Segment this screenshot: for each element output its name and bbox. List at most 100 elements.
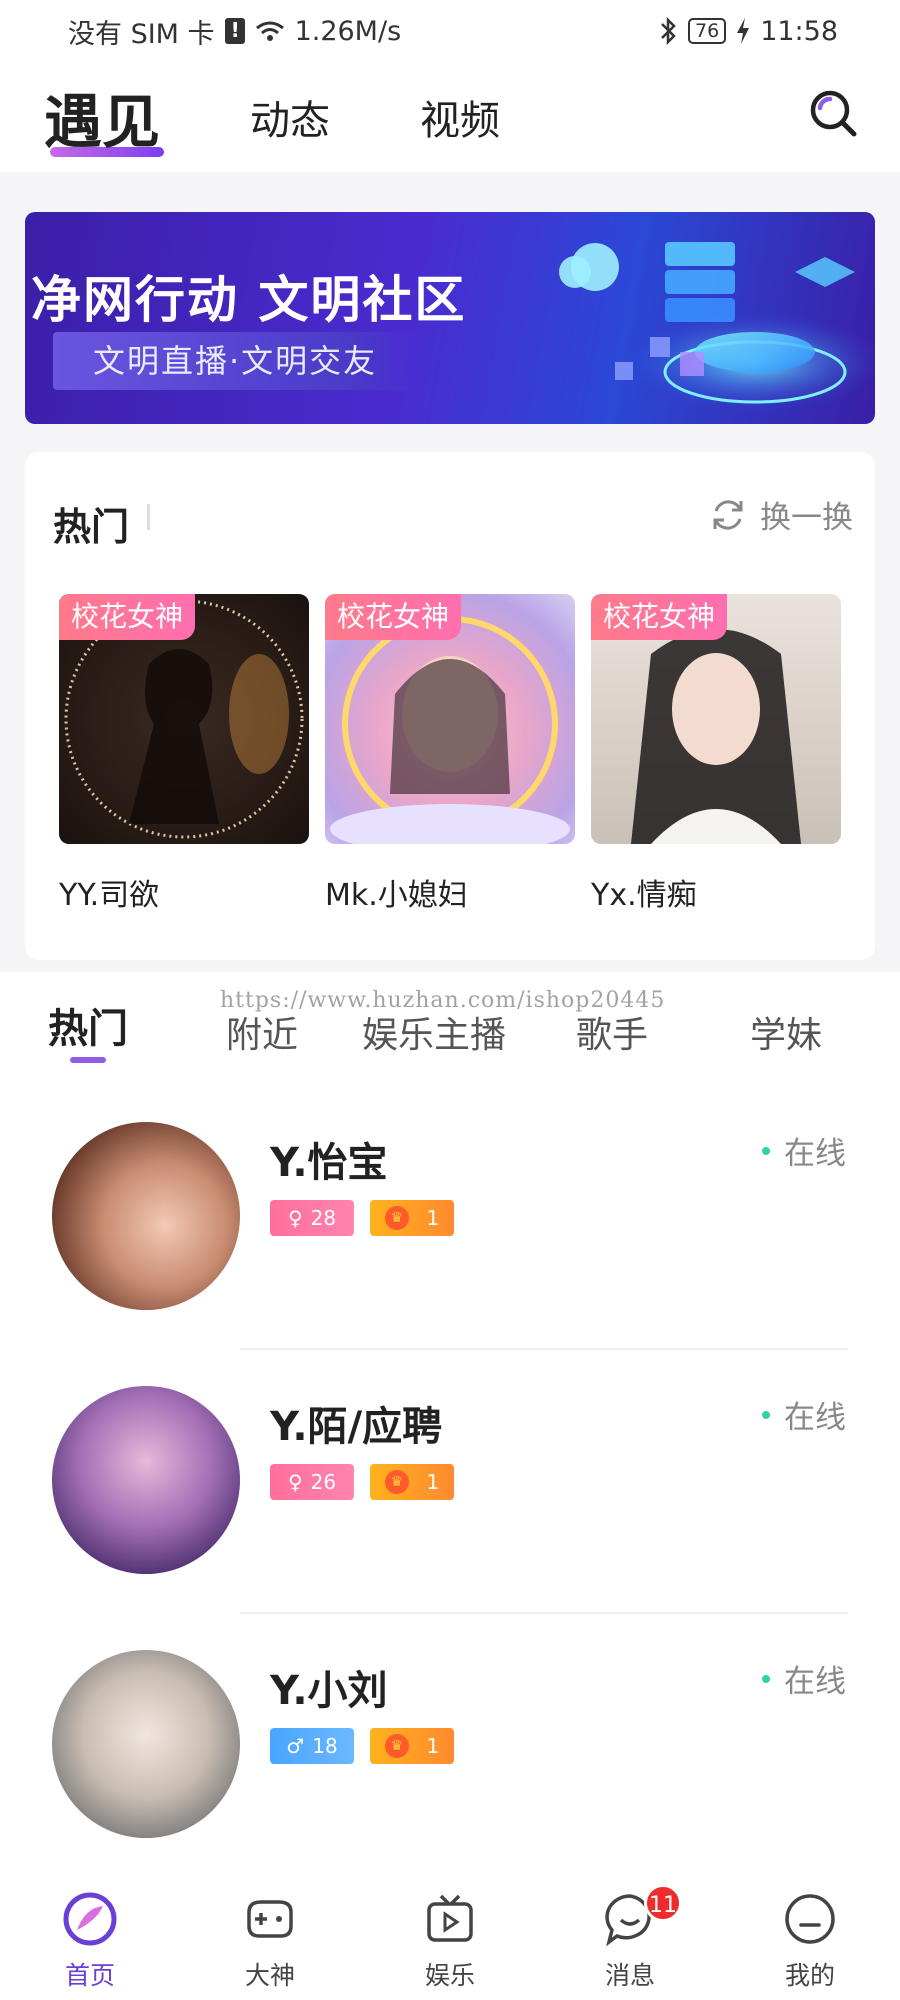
avatar[interactable] xyxy=(52,1122,240,1310)
list-item[interactable]: Y.陌/应聘 ♀ 26 ♛ 1 在线 xyxy=(0,1386,900,1650)
tab-nearby[interactable]: 附近 xyxy=(226,1006,298,1058)
bottom-nav: 首页 大神 娱乐 11 消息 我的 xyxy=(0,1870,900,2000)
level-text: 1 xyxy=(426,1734,440,1758)
user-name: Yx.情痴 xyxy=(591,878,697,913)
gender-age-badge: ♀ 26 xyxy=(270,1464,354,1500)
gender-age-badge: ♂ 18 xyxy=(270,1728,354,1764)
network-speed: 1.26M/s xyxy=(294,15,402,47)
nav-label: 我的 xyxy=(784,1961,835,1990)
online-dot-icon xyxy=(762,1146,770,1155)
wifi-icon xyxy=(255,21,284,41)
status-text: 在线 xyxy=(784,1664,846,1700)
user-name: Y.陌/应聘 xyxy=(270,1404,443,1450)
tab-moments[interactable]: 动态 xyxy=(250,88,330,146)
user-name: Y.小刘 xyxy=(270,1668,388,1714)
gamepad-icon xyxy=(247,1900,293,1938)
badges: ♂ 18 ♛ 1 xyxy=(270,1728,454,1764)
hot-cards: 校花女神 YY.司欲 校花女神 Mk.小媳妇 校花女神 Yx.情痴 xyxy=(59,594,841,914)
hot-user-card[interactable]: 校花女神 Yx.情痴 xyxy=(591,594,841,914)
online-status: 在线 xyxy=(762,1392,846,1437)
online-status: 在线 xyxy=(762,1656,846,1701)
tab-meet[interactable]: 遇见 xyxy=(44,75,165,159)
level-text: 1 xyxy=(426,1470,440,1494)
tab-videos[interactable]: 视频 xyxy=(420,88,500,146)
profile-face-icon xyxy=(785,1894,835,1944)
banner-title: 净网行动 文明社区 xyxy=(31,271,467,329)
clock: 11:58 xyxy=(760,15,838,47)
hot-section: 热门 换一换 校花女神 YY.司欲 校花女神 Mk.小媳妇 校花女神 Yx.情痴 xyxy=(25,452,875,960)
top-header: 遇见 动态 视频 xyxy=(0,62,900,172)
nav-profile[interactable]: 我的 xyxy=(720,1870,900,2000)
search-icon[interactable] xyxy=(806,86,860,140)
title-divider xyxy=(147,504,150,530)
online-status: 在线 xyxy=(762,1128,846,1173)
divider xyxy=(240,1612,848,1614)
refresh-button[interactable]: 换一换 xyxy=(708,492,853,537)
home-planet-icon xyxy=(63,1892,117,1946)
active-tab-indicator xyxy=(70,1057,106,1063)
nav-home[interactable]: 首页 xyxy=(0,1870,180,2000)
category-tabs: 热门 附近 娱乐主播 歌手 学妹 xyxy=(0,996,900,1066)
female-icon: ♀ xyxy=(287,1470,303,1494)
status-text: 在线 xyxy=(784,1136,846,1172)
tab-schoolgirls[interactable]: 学妹 xyxy=(750,1006,822,1058)
age-text: 18 xyxy=(312,1734,338,1758)
male-icon: ♂ xyxy=(286,1734,305,1758)
nav-messages[interactable]: 11 消息 xyxy=(540,1870,720,2000)
avatar[interactable] xyxy=(52,1650,240,1838)
hot-user-card[interactable]: 校花女神 Mk.小媳妇 xyxy=(325,594,575,914)
nav-gods[interactable]: 大神 xyxy=(180,1870,360,2000)
nav-label: 大神 xyxy=(244,1961,295,1990)
gender-age-badge: ♀ 28 xyxy=(270,1200,354,1236)
badges: ♀ 26 ♛ 1 xyxy=(270,1464,454,1500)
tab-singers[interactable]: 歌手 xyxy=(576,1006,648,1058)
charging-icon xyxy=(737,18,750,44)
crown-icon: ♛ xyxy=(384,1734,409,1758)
banner-subtitle: 文明直播·文明交友 xyxy=(53,332,418,390)
nav-entertainment[interactable]: 娱乐 xyxy=(360,1870,540,2000)
age-text: 28 xyxy=(310,1206,337,1230)
user-name: Y.怡宝 xyxy=(270,1140,388,1186)
hot-title: 热门 xyxy=(53,505,130,549)
user-name: Mk.小媳妇 xyxy=(325,878,468,913)
online-dot-icon xyxy=(762,1410,770,1419)
level-badge: ♛ 1 xyxy=(370,1200,454,1236)
status-left: 没有 SIM 卡 1.26M/s xyxy=(68,12,401,51)
age-text: 26 xyxy=(310,1470,337,1494)
tv-play-icon xyxy=(427,1894,473,1942)
status-bar: 没有 SIM 卡 1.26M/s 76 11:58 xyxy=(0,0,900,62)
user-photo[interactable]: 校花女神 xyxy=(325,594,575,844)
user-name: YY.司欲 xyxy=(59,878,160,913)
list-item[interactable]: Y.怡宝 ♀ 28 ♛ 1 在线 xyxy=(0,1122,900,1386)
carrier-text: 没有 SIM 卡 xyxy=(68,18,215,50)
unread-badge: 11 xyxy=(644,1884,682,1922)
badges: ♀ 28 ♛ 1 xyxy=(270,1200,454,1236)
nav-label: 首页 xyxy=(64,1961,115,1990)
refresh-icon xyxy=(713,499,743,530)
online-dot-icon xyxy=(762,1674,770,1683)
tab-entertainment-hosts[interactable]: 娱乐主播 xyxy=(362,1006,506,1058)
status-text: 在线 xyxy=(784,1400,846,1436)
tag-badge: 校花女神 xyxy=(59,594,196,640)
hot-user-card[interactable]: 校花女神 YY.司欲 xyxy=(59,594,309,914)
user-photo[interactable]: 校花女神 xyxy=(59,594,309,844)
crown-icon: ♛ xyxy=(384,1206,409,1230)
user-photo[interactable]: 校花女神 xyxy=(591,594,841,844)
divider xyxy=(240,1348,848,1350)
level-badge: ♛ 1 xyxy=(370,1728,454,1764)
battery-icon: 76 xyxy=(688,18,727,44)
tab-hot[interactable]: 热门 xyxy=(48,996,128,1054)
status-right: 76 11:58 xyxy=(658,16,838,47)
sim-warning-icon xyxy=(224,18,245,44)
nav-label: 娱乐 xyxy=(424,1961,475,1990)
refresh-label: 换一换 xyxy=(760,500,853,536)
tech-illustration xyxy=(559,242,875,412)
female-icon: ♀ xyxy=(287,1206,303,1230)
crown-icon: ♛ xyxy=(384,1470,409,1494)
nav-label: 消息 xyxy=(604,1961,655,1990)
promo-banner[interactable]: 净网行动 文明社区 文明直播·文明交友 xyxy=(25,212,875,424)
level-badge: ♛ 1 xyxy=(370,1464,454,1500)
avatar[interactable] xyxy=(52,1386,240,1574)
tag-badge: 校花女神 xyxy=(325,594,462,640)
bluetooth-icon xyxy=(661,17,676,45)
